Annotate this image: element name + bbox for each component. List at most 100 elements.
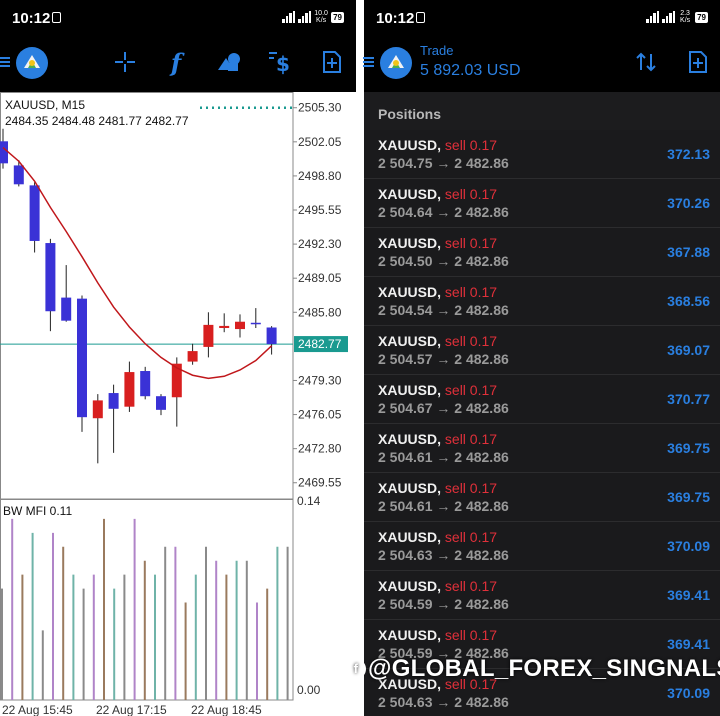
new-order-icon-right[interactable] (684, 48, 712, 76)
position-side: sell 0.17 (444, 382, 498, 398)
position-prices: 2 504.64 → 2 482.86 (378, 204, 509, 220)
net-speed-value: 10.0 (314, 10, 328, 17)
position-symbol: XAUUSD, sell 0.17 (378, 235, 497, 251)
screen: 10:12 10.0 K/s 79 f $ 2505.30 2502.05 24… (0, 0, 720, 716)
position-side: sell 0.17 (444, 186, 498, 202)
price-chart[interactable]: 2505.30 2502.05 2498.80 2495.55 2492.30 2489.… (0, 92, 356, 716)
position-row[interactable]: XAUUSD, sell 0.17 2 504.57 → 2 482.86 369.… (364, 326, 720, 375)
candle-body (0, 141, 8, 164)
chart-screen: 10:12 10.0 K/s 79 f $ 2505.30 2502.05 24… (0, 0, 356, 716)
status-time: 10:12 (12, 10, 51, 27)
position-row[interactable]: XAUUSD, sell 0.17 2 504.61 → 2 482.86 369.… (364, 473, 720, 522)
position-row[interactable]: XAUUSD, sell 0.17 2 504.63 → 2 482.86 370.… (364, 522, 720, 571)
position-profit: 370.09 (667, 685, 710, 701)
position-profit: 372.13 (667, 146, 710, 162)
metatrader-logo-icon[interactable] (15, 46, 49, 80)
indicator-max-label: 0.14 (297, 494, 321, 508)
candle-body (187, 351, 198, 362)
chart-ohlc-label: 2484.35 2484.48 2481.77 2482.77 (5, 114, 189, 128)
facebook-icon: f (346, 659, 366, 679)
position-row[interactable]: XAUUSD, sell 0.17 2 504.54 → 2 482.86 368.… (364, 277, 720, 326)
sort-icon[interactable] (632, 48, 660, 76)
menu-icon[interactable] (0, 48, 12, 76)
net-speed: 10.0 K/s (314, 10, 328, 24)
price-tick-label: 2469.55 (298, 476, 342, 490)
position-side: sell 0.17 (444, 284, 498, 300)
new-order-icon[interactable] (318, 48, 346, 76)
candle-body (29, 185, 40, 241)
position-profit: 369.41 (667, 587, 710, 603)
trade-toolbar (363, 38, 720, 92)
price-tick-label: 2495.55 (298, 203, 342, 217)
chart-toolbar: f $ (0, 38, 356, 92)
position-symbol-text: XAUUSD, (378, 137, 442, 153)
indicator-plot-frame (0, 499, 294, 701)
indicator-label: BW MFI 0.11 (3, 504, 72, 518)
position-profit: 369.07 (667, 342, 710, 358)
candle-body (266, 327, 277, 345)
menu-icon-right[interactable] (360, 48, 376, 76)
position-profit: 369.41 (667, 636, 710, 652)
status-indicators-right: 2.3 K/s 79 (646, 10, 708, 24)
time-axis-label: 22 Aug 17:15 (96, 703, 167, 716)
price-tick-label: 2479.30 (298, 373, 342, 387)
sim-icon-right (416, 12, 425, 23)
position-profit: 367.88 (667, 244, 710, 260)
position-symbol: XAUUSD, sell 0.17 (378, 431, 497, 447)
net-speed-right: 2.3 K/s (678, 10, 692, 24)
candle-body (250, 322, 261, 325)
position-side: sell 0.17 (444, 480, 498, 496)
candle-body (219, 325, 230, 329)
position-prices: 2 504.63 → 2 482.86 (378, 547, 509, 563)
status-bar-right: 10:12 2.3 K/s 79 (364, 0, 720, 38)
positions-title: Positions (378, 106, 442, 122)
position-profit: 368.56 (667, 293, 710, 309)
position-side: sell 0.17 (444, 137, 498, 153)
position-row[interactable]: XAUUSD, sell 0.17 2 504.50 → 2 482.86 367.… (364, 228, 720, 277)
position-prices: 2 504.67 → 2 482.86 (378, 400, 509, 416)
positions-list: XAUUSD, sell 0.17 2 504.75 → 2 482.86 372.… (364, 130, 720, 716)
candle-body (203, 324, 214, 347)
price-tick-label: 2502.05 (298, 135, 342, 149)
net-speed-unit-right: K/s (680, 17, 691, 24)
position-symbol-text: XAUUSD, (378, 627, 442, 643)
position-row[interactable]: XAUUSD, sell 0.17 2 504.64 → 2 482.86 370.… (364, 179, 720, 228)
net-speed-unit: K/s (316, 17, 327, 24)
position-profit: 369.75 (667, 489, 710, 505)
objects-icon[interactable] (215, 48, 243, 76)
price-tick-label: 2505.30 (298, 101, 342, 115)
trade-dollar-icon[interactable]: $ (266, 48, 294, 76)
status-time-right: 10:12 (376, 10, 415, 27)
position-side: sell 0.17 (444, 235, 498, 251)
position-row[interactable]: XAUUSD, sell 0.17 2 504.75 → 2 482.86 372.… (364, 130, 720, 179)
position-row[interactable]: XAUUSD, sell 0.17 2 504.61 → 2 482.86 369.… (364, 424, 720, 473)
net-speed-value-right: 2.3 (680, 10, 690, 17)
position-prices: 2 504.59 → 2 482.86 (378, 596, 509, 612)
metatrader-logo-icon-right[interactable] (379, 46, 413, 80)
position-prices: 2 504.57 → 2 482.86 (378, 351, 509, 367)
position-row[interactable]: XAUUSD, sell 0.17 2 504.67 → 2 482.86 370.… (364, 375, 720, 424)
trade-title: Trade (420, 43, 454, 58)
position-prices: 2 504.63 → 2 482.86 (378, 694, 509, 710)
signal-icon-2 (298, 11, 312, 23)
candle-body (77, 298, 87, 418)
position-profit: 369.75 (667, 440, 710, 456)
position-prices: 2 504.61 → 2 482.86 (378, 498, 509, 514)
crosshair-icon[interactable] (111, 48, 139, 76)
trade-screen: 10:12 2.3 K/s 79 Trade 5 892.03 USD Posi… (363, 0, 720, 716)
svg-text:$: $ (276, 52, 290, 75)
position-profit: 370.77 (667, 391, 710, 407)
position-profit: 370.09 (667, 538, 710, 554)
position-profit: 370.26 (667, 195, 710, 211)
indicators-icon[interactable]: f (162, 48, 190, 77)
candle-body (156, 396, 166, 410)
price-tick-label: 2492.30 (298, 237, 342, 251)
positions-header: Positions (364, 92, 720, 130)
chart-area[interactable]: 2505.30 2502.05 2498.80 2495.55 2492.30 2489.… (0, 92, 356, 716)
position-row[interactable]: XAUUSD, sell 0.17 2 504.59 → 2 482.86 369.… (364, 571, 720, 620)
position-symbol: XAUUSD, sell 0.17 (378, 382, 497, 398)
candle-body (235, 321, 245, 330)
position-prices: 2 504.75 → 2 482.86 (378, 155, 509, 171)
chart-symbol-label: XAUUSD, M15 (5, 98, 85, 112)
position-side: sell 0.17 (444, 431, 498, 447)
